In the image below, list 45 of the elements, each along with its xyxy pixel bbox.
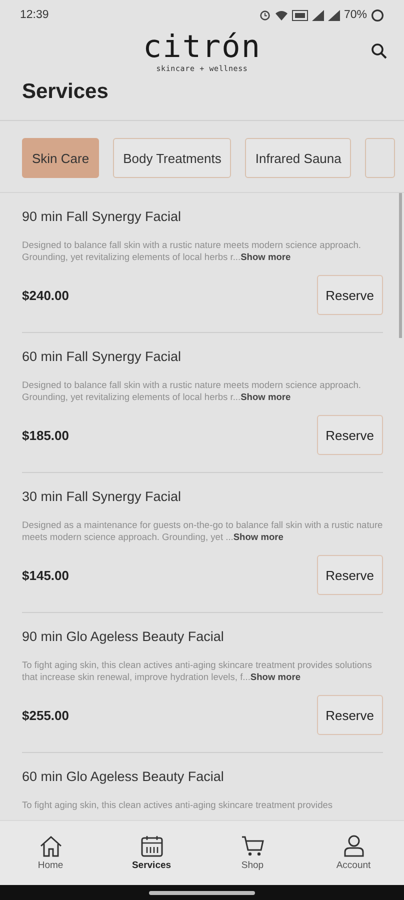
home-indicator[interactable] xyxy=(149,890,255,894)
service-title: 90 min Fall Synergy Facial xyxy=(22,208,182,226)
service-price: $255.00 xyxy=(22,708,69,722)
service-description: Designed to balance fall skin with a rustic nature meets modern science approach. Grounding, yet revitalizing elements of local herbs r...Show more xyxy=(22,239,362,263)
service-description: To fight aging skin, this clean actives anti-aging skincare treatment provides xyxy=(22,799,334,811)
signal-icon xyxy=(328,10,340,20)
show-more-link[interactable]: Show more xyxy=(240,392,291,402)
home-icon xyxy=(38,835,62,857)
service-title: 60 min Fall Synergy Facial xyxy=(22,348,182,366)
data-icon xyxy=(292,10,308,20)
service-price: $240.00 xyxy=(22,288,69,302)
person-icon xyxy=(342,835,366,857)
calendar-icon xyxy=(140,835,164,857)
category-tab[interactable]: Infrared Sauna xyxy=(245,138,352,178)
show-more-link[interactable]: Show more xyxy=(240,252,291,262)
alarm-icon xyxy=(258,9,271,21)
reserve-button[interactable]: Reserve xyxy=(316,555,383,595)
service-description: To fight aging skin, this clean actives anti-aging skincare treatment provides solutions that increase skin renewal, improve hydration levels, f...Show more xyxy=(22,659,373,683)
service-price: $145.00 xyxy=(22,568,69,582)
logo: citrón xyxy=(143,30,261,64)
battery-level: 70% xyxy=(344,9,367,21)
search-icon[interactable] xyxy=(371,43,387,59)
show-more-link[interactable]: Show more xyxy=(250,672,301,682)
reserve-button[interactable]: Reserve xyxy=(316,695,383,735)
service-description: Designed to balance fall skin with a rustic nature meets modern science approach. Grounding, yet revitalizing elements of local herbs r...Show more xyxy=(22,379,362,403)
reserve-button[interactable]: Reserve xyxy=(316,275,383,315)
service-title: 30 min Fall Synergy Facial xyxy=(22,488,182,506)
battery-icon xyxy=(371,8,384,22)
reserve-button[interactable]: Reserve xyxy=(316,415,383,455)
nav-tab[interactable]: Account xyxy=(318,821,388,885)
cart-icon xyxy=(240,835,264,857)
status-time: 12:39 xyxy=(20,9,49,21)
service-price: $185.00 xyxy=(22,428,69,442)
category-tab[interactable]: Skin Care xyxy=(22,138,100,178)
nav-tab[interactable]: Shop xyxy=(218,821,288,885)
service-description: Designed as a maintenance for guests on-the-go to balance fall skin with a rustic nature meets modern science approach. Grounding, yet ...Show more xyxy=(22,519,383,543)
wifi-icon xyxy=(274,10,288,20)
nav-tab[interactable]: Home xyxy=(16,821,86,885)
signal-icon xyxy=(312,10,324,20)
service-title: 60 min Glo Ageless Beauty Facial xyxy=(22,768,225,786)
service-title: 90 min Glo Ageless Beauty Facial xyxy=(22,628,225,646)
page-title: Services xyxy=(21,79,110,105)
show-more-link[interactable]: Show more xyxy=(233,532,284,542)
category-tab[interactable]: Body Treatments xyxy=(113,138,232,178)
nav-tab[interactable]: Services xyxy=(116,821,186,885)
